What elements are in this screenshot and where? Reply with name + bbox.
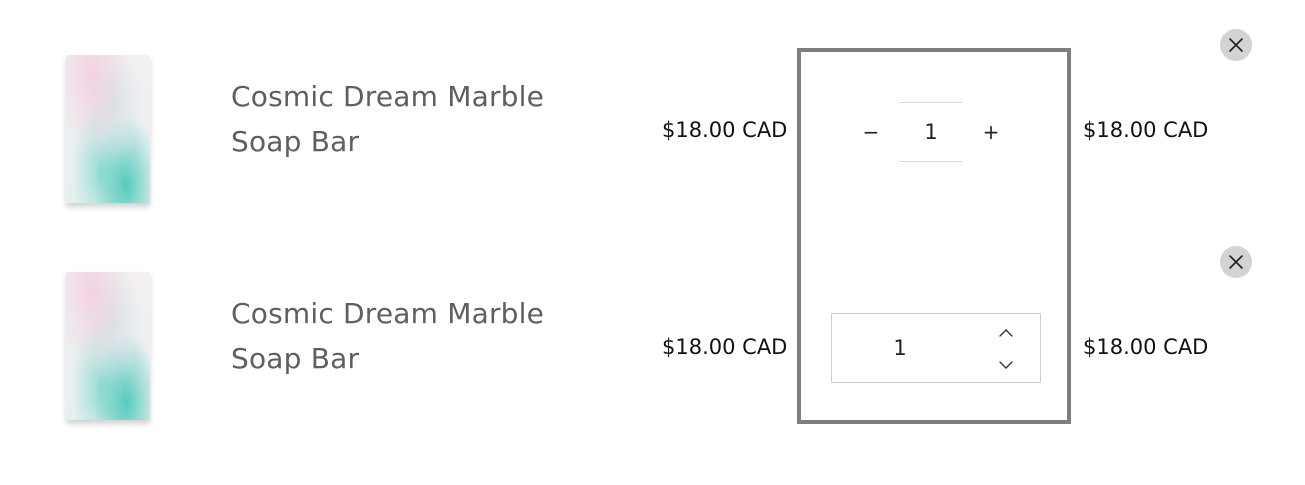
line-total: $18.00 CAD bbox=[1083, 118, 1209, 142]
remove-item-button[interactable] bbox=[1220, 246, 1252, 278]
cart-line-item: Cosmic Dream Marble Soap Bar $18.00 CAD … bbox=[0, 239, 1305, 439]
remove-item-button[interactable] bbox=[1220, 29, 1252, 61]
product-title[interactable]: Cosmic Dream Marble Soap Bar bbox=[231, 291, 571, 381]
cart-line-item: Cosmic Dream Marble Soap Bar $18.00 CAD … bbox=[0, 22, 1305, 222]
product-image[interactable] bbox=[66, 272, 150, 420]
close-icon bbox=[1229, 38, 1243, 52]
quantity-column-highlight bbox=[797, 48, 1071, 424]
line-total: $18.00 CAD bbox=[1083, 335, 1209, 359]
unit-price: $18.00 CAD bbox=[662, 335, 788, 359]
product-image[interactable] bbox=[66, 55, 150, 203]
product-title[interactable]: Cosmic Dream Marble Soap Bar bbox=[231, 74, 571, 164]
close-icon bbox=[1229, 255, 1243, 269]
unit-price: $18.00 CAD bbox=[662, 118, 788, 142]
